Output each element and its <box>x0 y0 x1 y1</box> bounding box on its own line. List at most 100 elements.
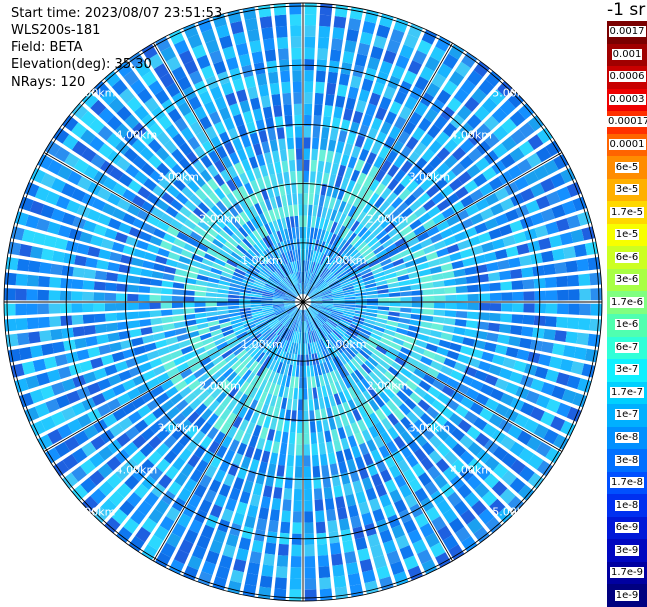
ray-gate <box>344 296 356 300</box>
ray-gate <box>250 302 262 305</box>
range-ring-label: 4.00km <box>116 463 158 476</box>
ray-gate <box>327 452 337 465</box>
ray-gate <box>464 328 477 338</box>
ray-gate <box>400 307 412 313</box>
ray-gate <box>489 303 502 312</box>
ray-gate <box>83 268 96 279</box>
ray-gate <box>422 295 435 302</box>
ray-gate <box>276 554 289 567</box>
ray-gate <box>306 354 310 366</box>
ray-gate <box>454 318 467 327</box>
ray-gate <box>286 137 295 150</box>
ray-gate <box>266 428 275 442</box>
ray-gate <box>318 25 331 38</box>
ray-gate <box>280 521 291 534</box>
ray-gate <box>259 164 269 178</box>
ray-gate <box>157 346 170 357</box>
ray-gate <box>333 15 347 29</box>
ray-gate <box>338 518 350 531</box>
ray-gate <box>432 280 445 288</box>
ray-gate <box>15 288 27 301</box>
ray-gate <box>308 399 314 411</box>
ray-gate <box>534 303 547 314</box>
ray-gate <box>587 333 601 348</box>
ray-gate <box>285 126 294 139</box>
ray-gate <box>295 444 303 456</box>
ray-gate <box>49 276 62 288</box>
ray-gate <box>259 426 269 440</box>
ray-gate <box>322 172 330 185</box>
ray-gate <box>195 280 208 287</box>
ray-gate <box>304 3 317 15</box>
ray-gate <box>334 4 349 18</box>
ray-gate <box>144 252 157 262</box>
ray-gate <box>293 488 302 501</box>
ray-gate <box>510 268 523 279</box>
ray-gate <box>433 302 446 309</box>
ray-gate <box>308 193 314 205</box>
ray-gate <box>465 320 478 329</box>
ray-gate <box>317 37 330 50</box>
ray-gate <box>311 216 316 228</box>
ray-gate <box>344 302 356 305</box>
ray-gate <box>146 243 160 254</box>
ray-gate <box>295 455 303 467</box>
ray-gate <box>285 465 294 478</box>
ray-gate <box>578 273 591 286</box>
ray-gate <box>377 289 389 294</box>
ray-gate <box>227 302 240 306</box>
ray-gate <box>568 289 580 301</box>
ray-gate <box>579 288 591 301</box>
colorbar-tick-label: 1e-5 <box>614 229 640 241</box>
ray-gate <box>318 397 325 410</box>
ray-gate <box>328 418 337 431</box>
ray-gate <box>303 444 311 456</box>
ray-gate <box>316 420 323 433</box>
ray-gate <box>244 515 256 529</box>
colorbar-tick-label: 0.001 <box>611 48 643 60</box>
ray-gate <box>269 139 279 152</box>
ray-gate <box>337 507 348 520</box>
ray-gate <box>483 251 497 263</box>
ray-gate <box>328 173 337 186</box>
ray-gate <box>129 328 142 338</box>
range-ring-label: 1.00km <box>325 254 367 267</box>
ray-gate <box>456 294 468 302</box>
ray-gate <box>335 496 346 509</box>
ray-gate <box>354 53 368 67</box>
ray-gate <box>297 249 301 261</box>
ray-gate <box>344 304 356 308</box>
ray-gate <box>261 141 271 154</box>
ray-gate <box>399 312 412 319</box>
ray-gate <box>501 292 513 301</box>
ray-gate <box>317 205 323 218</box>
ray-gate <box>290 421 297 433</box>
ray-gate <box>82 314 95 324</box>
ray-gate <box>247 504 259 518</box>
ray-gate <box>494 249 508 260</box>
ray-gate <box>304 58 315 71</box>
ray-gate <box>151 325 164 334</box>
ray-gate <box>292 511 302 523</box>
ray-gate <box>138 285 151 294</box>
ray-gate <box>30 345 44 358</box>
ray-gate <box>82 280 95 290</box>
ray-gate <box>264 439 273 452</box>
range-ring-label: 2.00km <box>199 380 241 393</box>
ray-gate <box>304 533 315 546</box>
ray-gate <box>307 215 312 228</box>
ray-gate <box>82 291 94 301</box>
ray-gate <box>293 204 298 217</box>
ray-gate <box>388 307 401 312</box>
ray-gate <box>253 448 263 461</box>
ray-gate <box>261 450 271 463</box>
ray-gate <box>464 266 477 276</box>
ray-gate <box>429 265 443 274</box>
ray-gate <box>311 443 319 456</box>
ray-gate <box>281 160 289 173</box>
ray-gate <box>4 318 17 332</box>
ray-gate <box>94 323 107 334</box>
ray-gate <box>293 103 302 116</box>
ray-gate <box>337 426 347 440</box>
ray-gate <box>238 537 252 551</box>
